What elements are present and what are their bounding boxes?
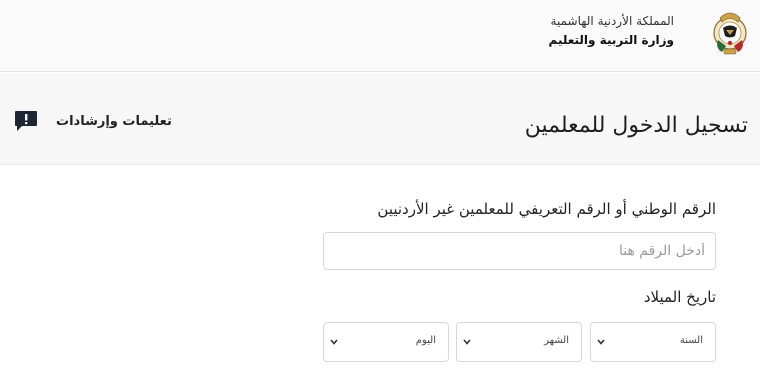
national-id-input[interactable] [323, 232, 716, 270]
birth-year-value: السنة [679, 335, 703, 346]
birth-day-select[interactable]: اليوم [323, 322, 449, 362]
login-form: الرقم الوطني أو الرقم التعريفي للمعلمين … [0, 166, 760, 368]
help-instructions-label: تعليمات وإرشادات [56, 113, 172, 129]
chevron-down-icon [597, 339, 605, 345]
chevron-down-icon [330, 339, 338, 345]
ministry-branding: المملكة الأردنية الهاشمية وزارة التربية … [549, 13, 674, 49]
message-alert-icon [15, 111, 37, 131]
kingdom-name: المملكة الأردنية الهاشمية [550, 14, 674, 28]
birth-day-value: اليوم [415, 335, 436, 346]
chevron-down-icon [463, 339, 471, 345]
help-instructions-link[interactable]: تعليمات وإرشادات [14, 108, 172, 134]
site-header: المملكة الأردنية الهاشمية وزارة التربية … [0, 0, 760, 72]
birth-month-value: الشهر [544, 335, 569, 346]
birth-date-label: تاريخ الميلاد [643, 288, 716, 306]
jordan-coat-of-arms-logo [713, 12, 747, 55]
birth-month-select[interactable]: الشهر [456, 322, 582, 362]
title-bar: تسجيل الدخول للمعلمين تعليمات وإرشادات [0, 73, 760, 165]
page-title: تسجيل الدخول للمعلمين [524, 113, 748, 138]
birth-year-select[interactable]: السنة [590, 322, 716, 362]
national-id-label: الرقم الوطني أو الرقم التعريفي للمعلمين … [377, 200, 716, 218]
ministry-name: وزارة التربية والتعليم [548, 33, 674, 47]
